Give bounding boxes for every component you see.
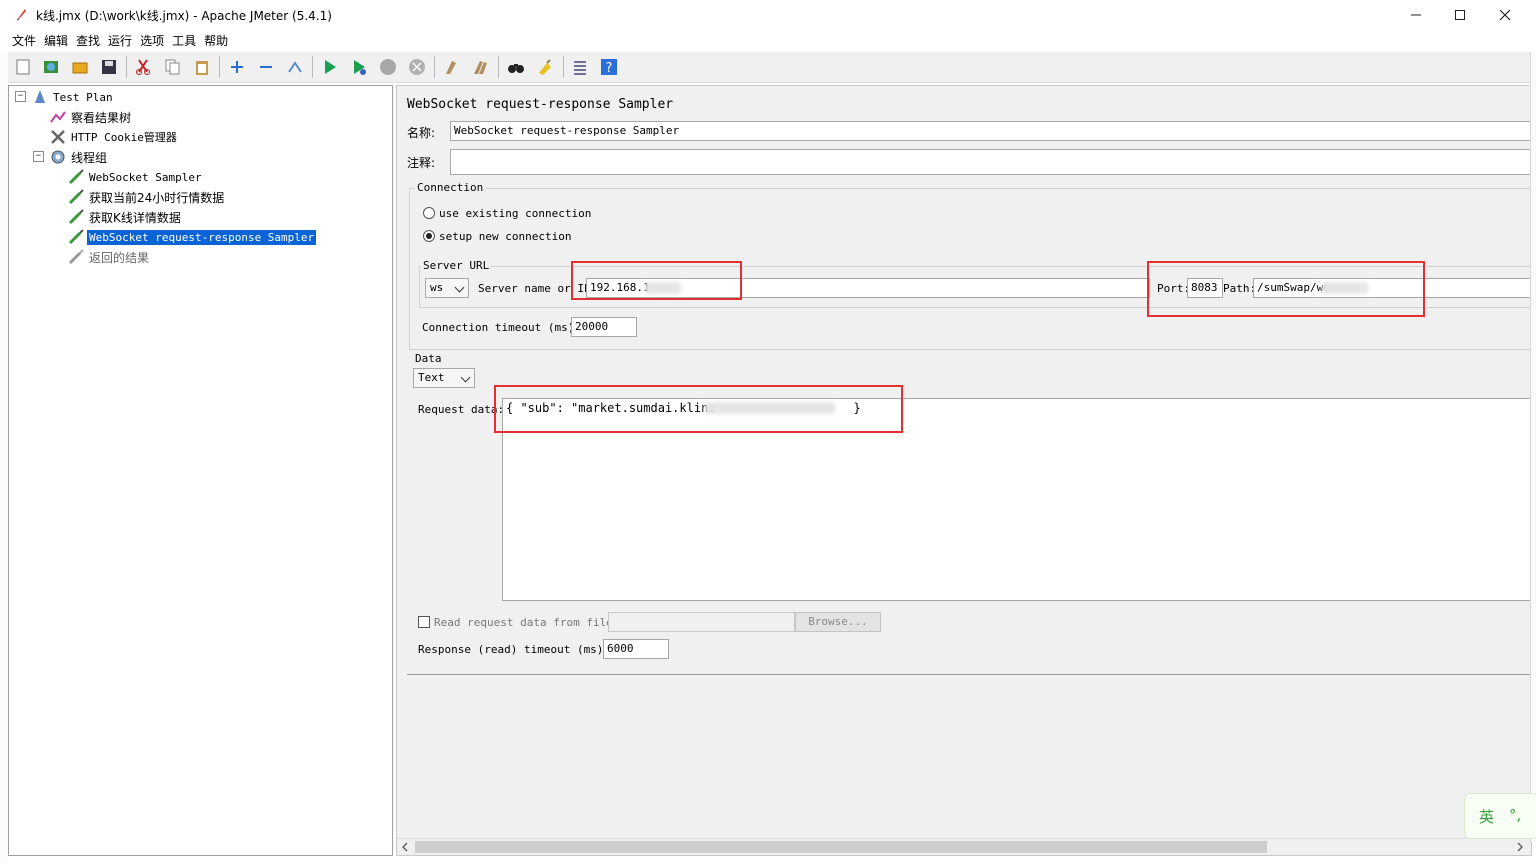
save-icon[interactable] bbox=[98, 56, 120, 78]
maximize-button[interactable] bbox=[1437, 0, 1483, 30]
results-tree-icon bbox=[49, 109, 67, 125]
collapse-test-plan-toggle[interactable]: − bbox=[15, 91, 26, 102]
open-icon[interactable] bbox=[69, 56, 91, 78]
search-icon[interactable] bbox=[505, 56, 527, 78]
use-existing-radio[interactable] bbox=[423, 207, 435, 219]
tree-node-kline-detail[interactable]: 获取K线详情数据 bbox=[67, 208, 183, 226]
horizontal-scrollbar[interactable] bbox=[397, 838, 1530, 855]
read-from-file-label: Read request data from file: bbox=[434, 616, 620, 629]
response-timeout-field[interactable]: 6000 bbox=[603, 639, 669, 659]
menu-run[interactable]: 运行 bbox=[104, 30, 136, 50]
reset-search-icon[interactable] bbox=[534, 56, 556, 78]
protocol-select[interactable]: ws bbox=[425, 278, 469, 298]
cut-icon[interactable] bbox=[132, 56, 154, 78]
name-field[interactable]: WebSocket request-response Sampler bbox=[450, 121, 1531, 141]
tree-node-test-plan[interactable]: Test Plan bbox=[31, 88, 115, 106]
server-url-title: Server URL bbox=[421, 259, 492, 272]
highlight-request-data bbox=[494, 385, 903, 433]
menu-search[interactable]: 查找 bbox=[72, 30, 104, 50]
panel-heading: WebSocket request-response Sampler bbox=[407, 97, 674, 112]
toggle-icon[interactable] bbox=[284, 56, 306, 78]
menu-help[interactable]: 帮助 bbox=[200, 30, 232, 50]
sampler-icon bbox=[67, 189, 85, 205]
tree-node-cookie-manager[interactable]: HTTP Cookie管理器 bbox=[49, 128, 179, 146]
request-data-label: Request data: bbox=[418, 403, 505, 416]
expand-icon[interactable] bbox=[226, 56, 248, 78]
tree-node-websocket-sampler[interactable]: WebSocket Sampler bbox=[67, 168, 204, 186]
start-no-pause-icon[interactable] bbox=[348, 56, 370, 78]
ime-indicator[interactable]: 英 °, bbox=[1464, 793, 1536, 839]
test-plan-icon bbox=[31, 89, 49, 105]
collapse-icon[interactable] bbox=[255, 56, 277, 78]
tree-node-returned-result[interactable]: 返回的结果 bbox=[67, 248, 151, 266]
paste-icon[interactable] bbox=[191, 56, 213, 78]
menu-edit[interactable]: 编辑 bbox=[40, 30, 72, 50]
help-icon[interactable]: ? bbox=[598, 56, 620, 78]
chevron-down-icon bbox=[460, 372, 471, 383]
read-from-file-checkbox[interactable] bbox=[418, 616, 430, 628]
data-type-select[interactable]: Text bbox=[413, 368, 475, 388]
connection-title: Connection bbox=[415, 181, 486, 194]
stop-icon[interactable] bbox=[377, 56, 399, 78]
sampler-icon bbox=[67, 169, 85, 185]
highlight-server-ip bbox=[571, 261, 742, 300]
sampler-icon bbox=[67, 249, 85, 265]
right-edge bbox=[1530, 52, 1536, 842]
sampler-panel: WebSocket request-response Sampler 名称: W… bbox=[396, 85, 1533, 856]
cookie-manager-icon bbox=[49, 129, 67, 145]
clear-icon[interactable] bbox=[440, 56, 462, 78]
browse-button[interactable]: Browse... bbox=[795, 612, 881, 632]
name-label: 名称: bbox=[407, 126, 436, 140]
menu-tools[interactable]: 工具 bbox=[168, 30, 200, 50]
clear-all-icon[interactable] bbox=[469, 56, 491, 78]
ime-punctuation: °, bbox=[1509, 806, 1522, 824]
comment-label: 注释: bbox=[407, 156, 436, 170]
menu-file[interactable]: 文件 bbox=[8, 30, 40, 50]
response-timeout-label: Response (read) timeout (ms): bbox=[418, 643, 611, 656]
shutdown-icon[interactable] bbox=[406, 56, 428, 78]
thread-group-icon bbox=[49, 149, 67, 165]
left-edge bbox=[0, 52, 8, 864]
setup-new-label: setup new connection bbox=[439, 230, 572, 243]
svg-text:?: ? bbox=[606, 61, 613, 76]
sampler-icon bbox=[67, 229, 85, 245]
scroll-right-icon[interactable] bbox=[1516, 842, 1524, 855]
tree-node-results-tree[interactable]: 察看结果树 bbox=[49, 108, 133, 126]
use-existing-label: use existing connection bbox=[439, 207, 592, 220]
jmeter-feather-icon bbox=[14, 7, 28, 21]
copy-icon[interactable] bbox=[162, 56, 184, 78]
toolbar: ? bbox=[8, 52, 1530, 83]
sampler-icon bbox=[67, 209, 85, 225]
title-bar: k线.jmx (D:\work\k线.jmx) - Apache JMeter … bbox=[0, 0, 1536, 30]
function-helper-icon[interactable] bbox=[569, 56, 591, 78]
templates-icon[interactable] bbox=[40, 56, 62, 78]
divider bbox=[407, 674, 1531, 675]
new-icon[interactable] bbox=[12, 56, 34, 78]
chevron-down-icon bbox=[454, 282, 465, 293]
file-path-field[interactable] bbox=[608, 612, 795, 632]
setup-new-radio[interactable] bbox=[423, 230, 435, 242]
collapse-thread-group-toggle[interactable]: − bbox=[33, 151, 44, 162]
tree-node-request-response-sampler[interactable]: WebSocket request-response Sampler bbox=[67, 228, 318, 246]
tree-node-24h-data[interactable]: 获取当前24小时行情数据 bbox=[67, 188, 226, 206]
test-plan-tree: − Test Plan 察看结果树 HTTP Cookie管理器 − 线程组 W… bbox=[8, 85, 393, 856]
menu-options[interactable]: 选项 bbox=[136, 30, 168, 50]
close-button[interactable] bbox=[1482, 0, 1528, 30]
scroll-left-icon[interactable] bbox=[401, 842, 409, 855]
scrollbar-thumb[interactable] bbox=[415, 841, 1267, 853]
connection-timeout-field[interactable]: 20000 bbox=[571, 317, 637, 337]
comment-field[interactable] bbox=[450, 149, 1531, 175]
ime-language: 英 bbox=[1479, 808, 1495, 826]
start-icon[interactable] bbox=[319, 56, 341, 78]
minimize-button[interactable] bbox=[1393, 0, 1439, 30]
connection-timeout-label: Connection timeout (ms): bbox=[422, 321, 581, 334]
data-title: Data bbox=[415, 352, 442, 365]
window-title: k线.jmx (D:\work\k线.jmx) - Apache JMeter … bbox=[36, 9, 332, 23]
highlight-port-path bbox=[1147, 261, 1425, 317]
tree-node-thread-group[interactable]: 线程组 bbox=[49, 148, 109, 166]
menu-bar: 文件 编辑 查找 运行 选项 工具 帮助 bbox=[8, 30, 1530, 50]
